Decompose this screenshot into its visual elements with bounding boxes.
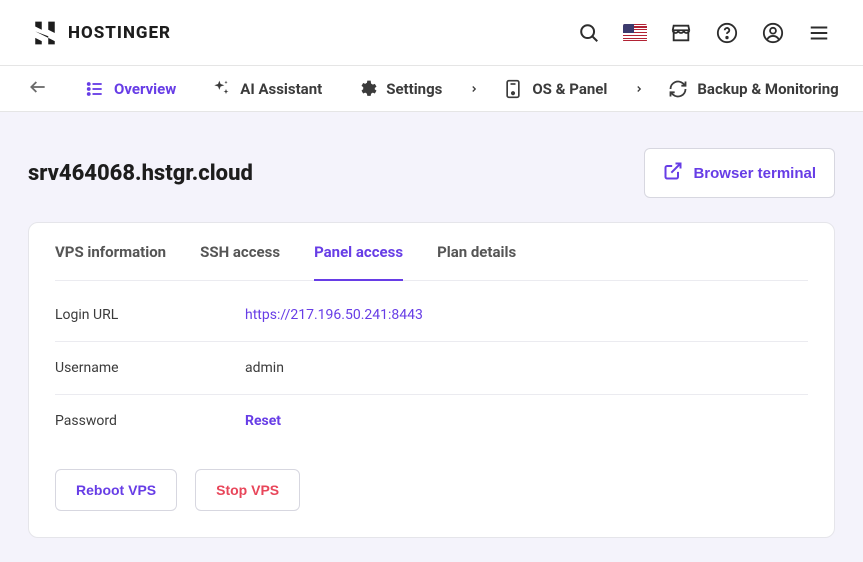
- chevron-right-icon: [633, 83, 645, 95]
- nav-overview-label: Overview: [114, 80, 176, 98]
- search-icon[interactable]: [577, 21, 601, 45]
- tab-plan-details[interactable]: Plan details: [437, 223, 516, 281]
- page-title: srv464068.hstgr.cloud: [28, 161, 253, 186]
- row-username: Username admin: [55, 342, 808, 395]
- browser-terminal-label: Browser terminal: [693, 165, 816, 182]
- nav-ai-assistant-label: AI Assistant: [240, 80, 322, 98]
- marketplace-icon[interactable]: [669, 21, 693, 45]
- password-reset-link[interactable]: Reset: [245, 413, 281, 429]
- nav-overview[interactable]: Overview: [76, 70, 184, 108]
- locale-flag-us[interactable]: [623, 21, 647, 45]
- page-content: srv464068.hstgr.cloud Browser terminal V…: [0, 112, 863, 562]
- refresh-icon: [667, 78, 689, 100]
- page-header: srv464068.hstgr.cloud Browser terminal: [28, 148, 835, 198]
- row-login-url: Login URL https://217.196.50.241:8443: [55, 289, 808, 342]
- server-icon: [502, 78, 524, 100]
- secondary-nav: Overview AI Assistant Settings OS & Pane…: [0, 66, 863, 112]
- username-label: Username: [55, 360, 245, 376]
- nav-back-icon[interactable]: [24, 73, 52, 105]
- card-tabs: VPS information SSH access Panel access …: [55, 223, 808, 281]
- list-icon: [84, 78, 106, 100]
- nav-backup-monitoring-label: Backup & Monitoring: [697, 80, 838, 98]
- login-url-label: Login URL: [55, 307, 245, 323]
- brand-text: HOSTINGER: [68, 23, 171, 43]
- browser-terminal-button[interactable]: Browser terminal: [644, 148, 835, 198]
- sparkle-icon: [210, 78, 232, 100]
- tab-ssh-access[interactable]: SSH access: [200, 223, 280, 281]
- gear-icon: [356, 78, 378, 100]
- panel-access-rows: Login URL https://217.196.50.241:8443 Us…: [55, 281, 808, 447]
- password-label: Password: [55, 413, 245, 429]
- nav-settings-label: Settings: [386, 80, 442, 98]
- nav-backup-monitoring[interactable]: Backup & Monitoring: [659, 70, 846, 108]
- hostinger-logo-icon: [32, 20, 58, 46]
- stop-vps-button[interactable]: Stop VPS: [195, 469, 300, 511]
- nav-os-panel[interactable]: OS & Panel: [494, 70, 615, 108]
- nav-os-panel-label: OS & Panel: [532, 80, 607, 98]
- menu-icon[interactable]: [807, 21, 831, 45]
- nav-ai-assistant[interactable]: AI Assistant: [202, 70, 330, 108]
- chevron-right-icon: [468, 83, 480, 95]
- brand-logo[interactable]: HOSTINGER: [32, 20, 171, 46]
- help-icon[interactable]: [715, 21, 739, 45]
- tab-vps-information[interactable]: VPS information: [55, 223, 166, 281]
- nav-settings[interactable]: Settings: [348, 70, 450, 108]
- top-header: HOSTINGER: [0, 0, 863, 66]
- tab-panel-access[interactable]: Panel access: [314, 223, 403, 281]
- username-value: admin: [245, 360, 284, 376]
- vps-actions: Reboot VPS Stop VPS: [55, 469, 808, 511]
- external-link-icon: [663, 161, 683, 185]
- row-password: Password Reset: [55, 395, 808, 447]
- login-url-link[interactable]: https://217.196.50.241:8443: [245, 307, 423, 323]
- reboot-vps-button[interactable]: Reboot VPS: [55, 469, 177, 511]
- vps-card: VPS information SSH access Panel access …: [28, 222, 835, 538]
- header-actions: [577, 21, 831, 45]
- account-icon[interactable]: [761, 21, 785, 45]
